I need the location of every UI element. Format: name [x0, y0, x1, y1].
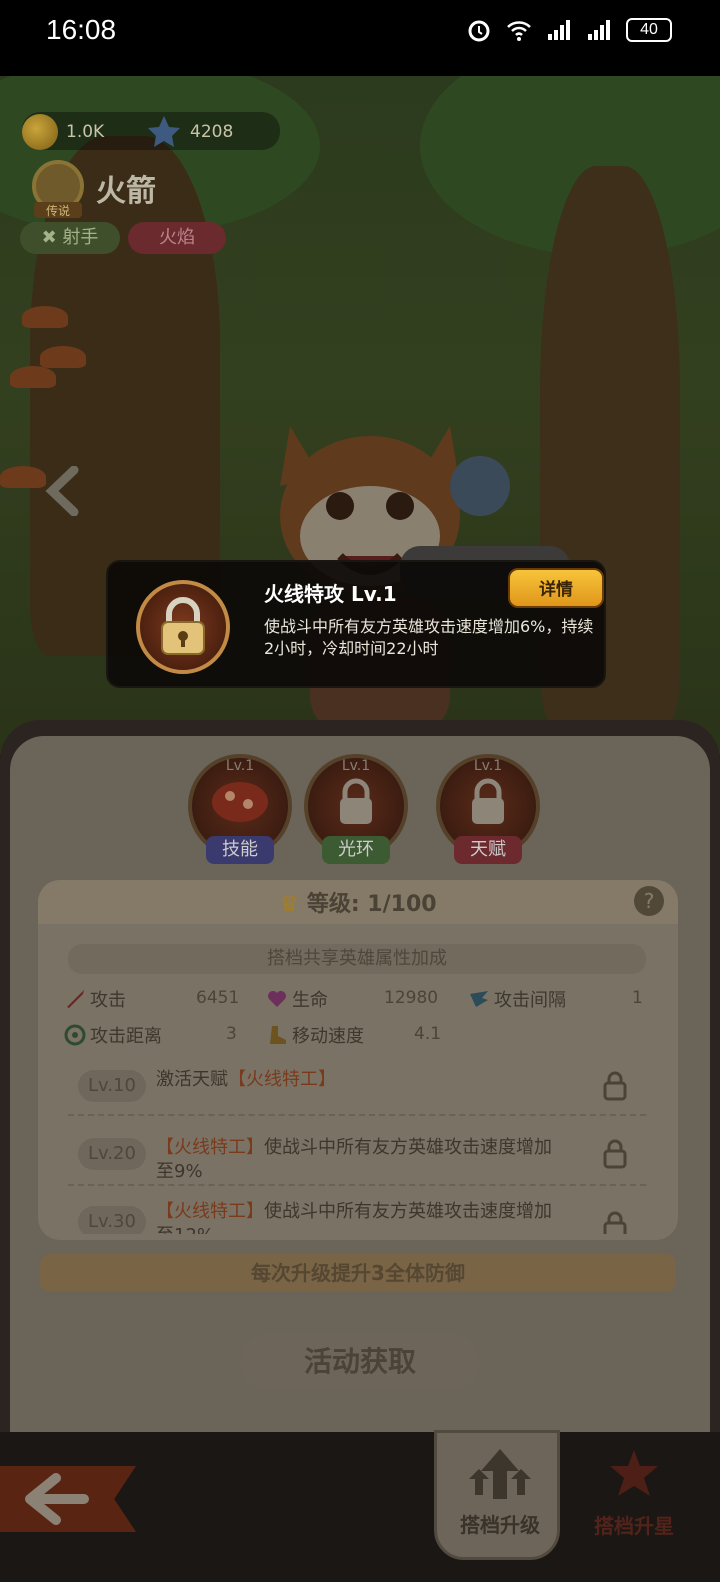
help-icon[interactable]: ?	[634, 886, 664, 916]
wifi-icon	[507, 21, 531, 41]
shared-attributes-title: 搭档共享英雄属性加成	[68, 944, 646, 974]
level-header: ♛ 等级: 1/100 ?	[38, 880, 678, 924]
mushroom-skill-icon	[212, 782, 268, 822]
unlock-text: 【火线特工】使战斗中所有友方英雄攻击速度增加至9%	[156, 1137, 552, 1182]
unlock-level-pill: Lv.20	[78, 1138, 146, 1170]
gold-counter[interactable]: 1.0K	[22, 114, 104, 150]
unlock-level-pill: Lv.10	[78, 1070, 146, 1102]
tab-upgrade-label: 搭档升级	[460, 1513, 540, 1537]
sword-icon	[67, 990, 84, 1008]
aura-level: Lv.1	[341, 758, 371, 774]
tab-star-label: 搭档升星	[594, 1514, 674, 1538]
boot-icon	[270, 1026, 286, 1044]
previous-hero-chevron-icon[interactable]	[44, 466, 80, 516]
target-icon	[64, 1024, 86, 1046]
status-time: 16:08	[46, 14, 117, 45]
talent-label: 天赋	[454, 836, 522, 864]
skill-tooltip: 火线特攻 Lv.1 使战斗中所有友方英雄攻击速度增加6%，持续2小时，冷却时间2…	[106, 560, 606, 688]
skill-label: 技能	[206, 836, 274, 864]
tab-partner-upgrade[interactable]: 搭档升级	[434, 1430, 560, 1560]
signal-icon-2	[588, 20, 610, 40]
status-bar: 16:08 40	[0, 0, 720, 76]
unlock-row: Lv.30 【火线特工】使战斗中所有友方英雄攻击速度增加至12%	[68, 1196, 646, 1234]
stat-attack-interval-value: 1	[632, 988, 643, 1008]
wing-icon	[470, 991, 488, 1007]
unlock-row: Lv.10 激活天赋【火线特工】	[68, 1056, 646, 1116]
stat-attack-range: 攻击距离	[64, 1022, 162, 1048]
skill-slot-aura[interactable]: Lv.1 光环	[304, 754, 408, 868]
alarm-icon	[468, 20, 490, 42]
skill-slot-skill[interactable]: Lv.1 技能	[188, 754, 292, 868]
level-label: 等级:	[306, 892, 360, 917]
padlock-icon	[472, 778, 504, 824]
level-value: 1/100	[367, 892, 437, 917]
signal-icon	[548, 20, 570, 40]
class-tag: ✖ 射手	[20, 222, 120, 254]
element-tag: 火焰	[128, 222, 226, 254]
padlock-icon	[603, 1071, 627, 1101]
upgrade-bonus-banner: 每次升级提升3全体防御	[40, 1254, 676, 1292]
hero-name: 火箭	[96, 174, 156, 209]
unlock-text: 【火线特工】使战斗中所有友方英雄攻击速度增加至12%	[156, 1201, 552, 1234]
aura-label: 光环	[322, 836, 390, 864]
stat-attack-range-value: 3	[226, 1024, 237, 1044]
padlock-icon	[161, 597, 205, 655]
gold-coin-icon	[22, 114, 58, 150]
unlock-level-pill: Lv.30	[78, 1206, 146, 1234]
padlock-icon	[603, 1211, 627, 1234]
skill-locked-portrait	[136, 580, 230, 674]
details-button[interactable]: 详情	[508, 568, 604, 608]
stat-move-speed: 移动速度	[266, 1022, 364, 1048]
star-gem-icon	[148, 116, 180, 147]
stat-move-speed-value: 4.1	[414, 1024, 442, 1044]
upgrade-arrows-icon	[469, 1449, 531, 1499]
skill-level: Lv.1	[225, 758, 255, 774]
padlock-icon	[603, 1139, 627, 1169]
stat-attack-interval: 攻击间隔	[468, 986, 566, 1012]
obtain-via-event-button[interactable]: 活动获取	[240, 1334, 480, 1390]
unlock-row: Lv.20 【火线特工】使战斗中所有友方英雄攻击速度增加至9%	[68, 1124, 646, 1186]
back-arrow-icon	[25, 1473, 89, 1525]
padlock-icon	[340, 778, 372, 824]
battery-indicator: 40	[626, 18, 672, 42]
crown-icon: ♛	[279, 892, 307, 917]
stat-health-value: 12980	[384, 988, 439, 1008]
gold-amount: 1.0K	[66, 122, 105, 142]
stat-attack-value: 6451	[196, 988, 240, 1008]
svg-text:传说: 传说	[46, 203, 70, 218]
rank-badge-icon: 传说	[32, 160, 84, 218]
crossbow-icon: ✖	[41, 227, 63, 248]
gem-counter[interactable]: 4208	[146, 114, 233, 150]
star-gear-icon	[610, 1450, 658, 1496]
stat-attack: 攻击	[64, 986, 126, 1012]
stat-health: 生命	[266, 986, 328, 1012]
tooltip-title: 火线特攻 Lv.1	[264, 582, 397, 606]
heart-icon	[268, 991, 286, 1007]
talent-level: Lv.1	[473, 758, 503, 774]
gem-amount: 4208	[190, 122, 234, 142]
skill-slot-talent[interactable]: Lv.1 天赋	[436, 754, 540, 868]
tab-partner-star-up[interactable]: 搭档升星	[574, 1444, 694, 1554]
level-title: ♛ 等级: 1/100	[38, 886, 678, 918]
unlock-text: 激活天赋【火线特工】	[156, 1069, 336, 1090]
tooltip-description: 使战斗中所有友方英雄攻击速度增加6%，持续2小时，冷却时间22小时	[264, 617, 594, 658]
